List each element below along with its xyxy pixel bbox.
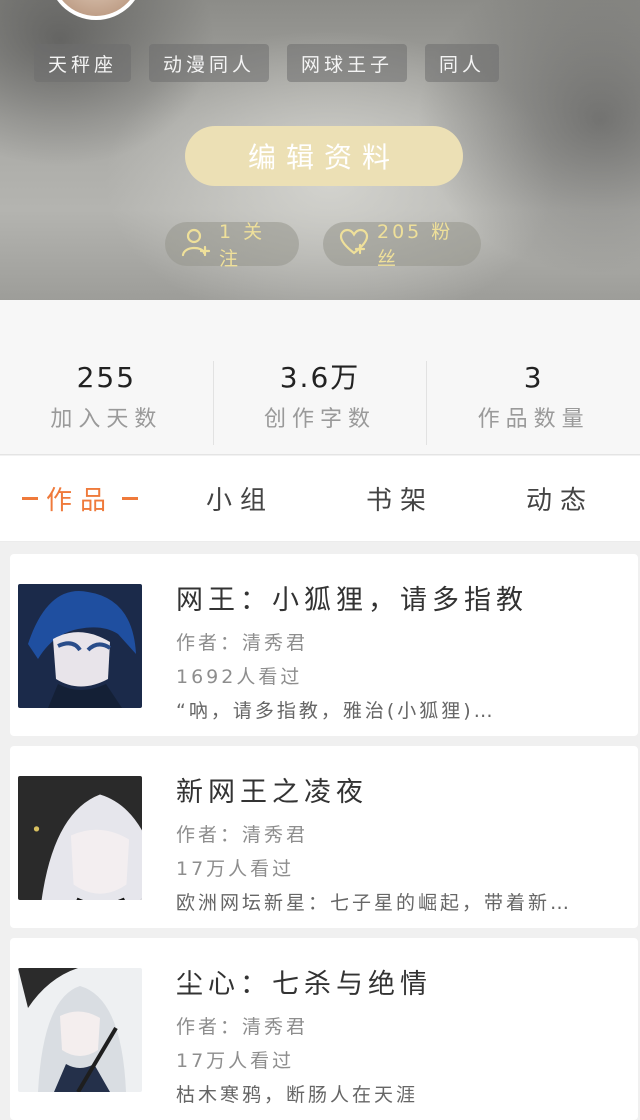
tag-item[interactable]: 天秤座 <box>34 44 132 82</box>
fans-count: 205 粉丝 <box>377 221 454 270</box>
work-cover-image[interactable] <box>18 968 142 1092</box>
stat-works-count: 3 作品数量 <box>427 361 640 445</box>
work-views: 1692人看过 <box>176 666 303 688</box>
following-pill[interactable]: 1 关注 <box>165 221 299 270</box>
stat-label: 作品数量 <box>477 407 590 432</box>
stat-value: 255 <box>76 361 137 394</box>
work-description: 枯木寒鸦，断肠人在天涯 <box>176 1084 419 1106</box>
tag-list: 天秤座 动漫同人 网球王子 同人 <box>34 44 500 82</box>
tab-bookshelf[interactable]: 书架 <box>320 480 480 517</box>
work-views: 17万人看过 <box>176 858 295 880</box>
work-card[interactable]: 新网王之凌夜 作者：清秀君 17万人看过 欧洲网坛新星：七子星的崛起，带着新… <box>10 746 638 928</box>
tag-item[interactable]: 同人 <box>425 44 500 82</box>
works-list: 网王：小狐狸，请多指教 作者：清秀君 1692人看过 “吶，请多指教，雅治(小狐… <box>0 542 640 1120</box>
work-description: 欧洲网坛新星：七子星的崛起，带着新… <box>176 892 573 914</box>
tag-item[interactable]: 网球王子 <box>287 44 408 82</box>
work-title[interactable]: 新网王之凌夜 <box>176 770 368 809</box>
edit-profile-button[interactable]: 编辑资料 <box>185 126 463 186</box>
heart-icon <box>339 228 369 261</box>
avatar[interactable] <box>48 0 144 20</box>
tab-activity[interactable]: 动态 <box>480 480 640 517</box>
stat-value: 3.6万 <box>279 361 361 394</box>
stats-bar: 255 加入天数 3.6万 创作字数 3 作品数量 <box>0 300 640 455</box>
tab-label: 动态 <box>525 486 594 516</box>
stat-word-count: 3.6万 创作字数 <box>214 361 428 445</box>
tab-label: 书架 <box>365 486 434 516</box>
work-title[interactable]: 尘心：七杀与绝情 <box>176 962 432 1001</box>
work-cover-image[interactable] <box>18 584 142 708</box>
tab-works[interactable]: 作品 <box>0 480 160 517</box>
stat-label: 创作字数 <box>264 407 377 432</box>
active-indicator-right <box>122 497 138 500</box>
work-card[interactable]: 尘心：七杀与绝情 作者：清秀君 17万人看过 枯木寒鸦，断肠人在天涯 <box>10 938 638 1120</box>
tab-groups[interactable]: 小组 <box>160 480 320 517</box>
profile-header: 天秤座 动漫同人 网球王子 同人 编辑资料 1 关注 205 粉丝 <box>0 0 640 300</box>
active-indicator-left <box>21 497 38 500</box>
fans-pill[interactable]: 205 粉丝 <box>323 221 481 270</box>
tab-label: 小组 <box>205 486 274 516</box>
following-count: 1 关注 <box>219 221 266 270</box>
work-author: 作者：清秀君 <box>176 632 309 654</box>
user-add-icon <box>181 227 211 262</box>
stat-value: 3 <box>523 361 544 394</box>
work-views: 17万人看过 <box>176 1050 295 1072</box>
work-author: 作者：清秀君 <box>176 1016 309 1038</box>
work-title[interactable]: 网王：小狐狸，请多指教 <box>176 578 528 617</box>
stat-label: 加入天数 <box>50 407 163 432</box>
work-cover-image[interactable] <box>18 776 142 900</box>
tag-item[interactable]: 动漫同人 <box>149 44 270 82</box>
tab-label: 作品 <box>45 486 114 516</box>
work-card[interactable]: 网王：小狐狸，请多指教 作者：清秀君 1692人看过 “吶，请多指教，雅治(小狐… <box>10 554 638 736</box>
work-description: “吶，请多指教，雅治(小狐狸)… <box>176 700 496 722</box>
tab-bar: 作品 小组 书架 动态 <box>0 456 640 542</box>
work-author: 作者：清秀君 <box>176 824 309 846</box>
stat-join-days: 255 加入天数 <box>0 361 214 445</box>
